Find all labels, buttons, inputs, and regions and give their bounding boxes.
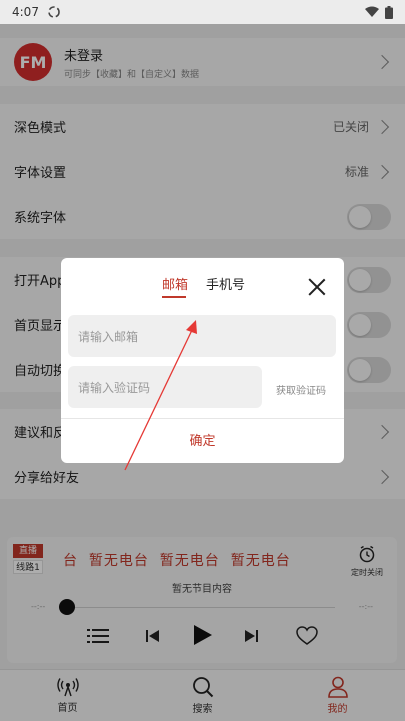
annotation-arrow bbox=[124, 320, 197, 471]
